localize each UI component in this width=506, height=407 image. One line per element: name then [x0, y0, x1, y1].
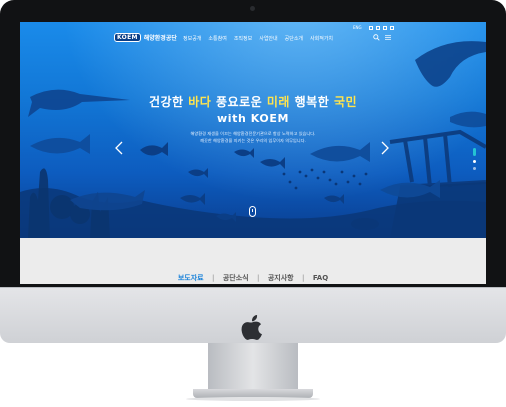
site-header: KOEM 해양환경공단 정보공개 소통참여 조직정보 사업안내 공단소개 사회적…: [20, 22, 486, 52]
logo-text: 해양환경공단: [143, 35, 177, 42]
sns-icon[interactable]: [375, 25, 380, 30]
desc-line: 해양환경 재생을 이끄는 해양환경전문기관으로 항상 노력하고 있습니다.: [190, 131, 316, 136]
website-screen: KOEM 해양환경공단 정보공개 소통참여 조직정보 사업안내 공단소개 사회적…: [20, 22, 486, 284]
lang-link[interactable]: ENG: [353, 25, 362, 30]
desc-line: 깨끗한 해양환경을 지키는 것은 우리의 임무이자 의무입니다.: [200, 138, 306, 143]
search-icon[interactable]: [373, 34, 380, 41]
tab-news[interactable]: 공단소식: [223, 274, 249, 282]
main-nav: 정보공개 소통참여 조직정보 사업안내 공단소개 사회적가치: [183, 35, 333, 42]
tab-press[interactable]: 보도자료: [178, 274, 204, 282]
nav-item[interactable]: 공단소개: [285, 35, 303, 42]
hero-title: 건강한 바다 풍요로운 미래 행복한 국민: [20, 93, 486, 110]
sns-icon[interactable]: [382, 25, 387, 30]
hero-subtitle: with KOEM: [216, 112, 290, 125]
camera-icon: [250, 6, 255, 11]
sns-icon[interactable]: [368, 25, 373, 30]
utility-links: ENG: [353, 25, 394, 30]
prev-slide-icon[interactable]: [115, 141, 123, 155]
site-logo[interactable]: KOEM 해양환경공단: [114, 33, 177, 42]
tab-faq[interactable]: FAQ: [313, 274, 328, 282]
tab-separator: |: [212, 274, 215, 282]
slide-indicators: [473, 148, 476, 170]
title-text: 풍요로운: [211, 95, 267, 109]
tab-notice[interactable]: 공지사항: [268, 274, 294, 282]
slide-dot-active[interactable]: [473, 148, 476, 156]
slide-dot[interactable]: [473, 167, 476, 170]
sns-icon[interactable]: [389, 25, 394, 30]
hero-banner: KOEM 해양환경공단 정보공개 소통참여 조직정보 사업안내 공단소개 사회적…: [20, 22, 486, 238]
title-text: 건강한: [148, 95, 189, 109]
scroll-down-icon[interactable]: [249, 206, 256, 217]
title-highlight: 바다: [188, 95, 212, 109]
title-text: 행복한: [289, 95, 334, 109]
board-tabs: 보도자료 | 공단소식 | 공지사항 | FAQ: [20, 273, 486, 283]
menu-icon[interactable]: [385, 35, 391, 40]
nav-item[interactable]: 사회적가치: [310, 35, 333, 42]
nav-item[interactable]: 조직정보: [234, 35, 252, 42]
hero-description: 해양환경 재생을 이끄는 해양환경전문기관으로 항상 노력하고 있습니다. 깨끗…: [20, 130, 486, 144]
nav-item[interactable]: 정보공개: [183, 35, 201, 42]
slide-dot[interactable]: [473, 160, 476, 163]
nav-item[interactable]: 사업안내: [259, 35, 277, 42]
next-slide-icon[interactable]: [381, 141, 389, 155]
apple-logo-icon: [241, 315, 262, 340]
monitor-stand: [208, 343, 298, 391]
title-highlight: 미래: [266, 95, 290, 109]
logo-mark: KOEM: [114, 33, 141, 42]
tab-separator: |: [302, 274, 305, 282]
title-highlight: 국민: [333, 95, 358, 109]
nav-item[interactable]: 소통참여: [208, 35, 226, 42]
tab-separator: |: [257, 274, 260, 282]
